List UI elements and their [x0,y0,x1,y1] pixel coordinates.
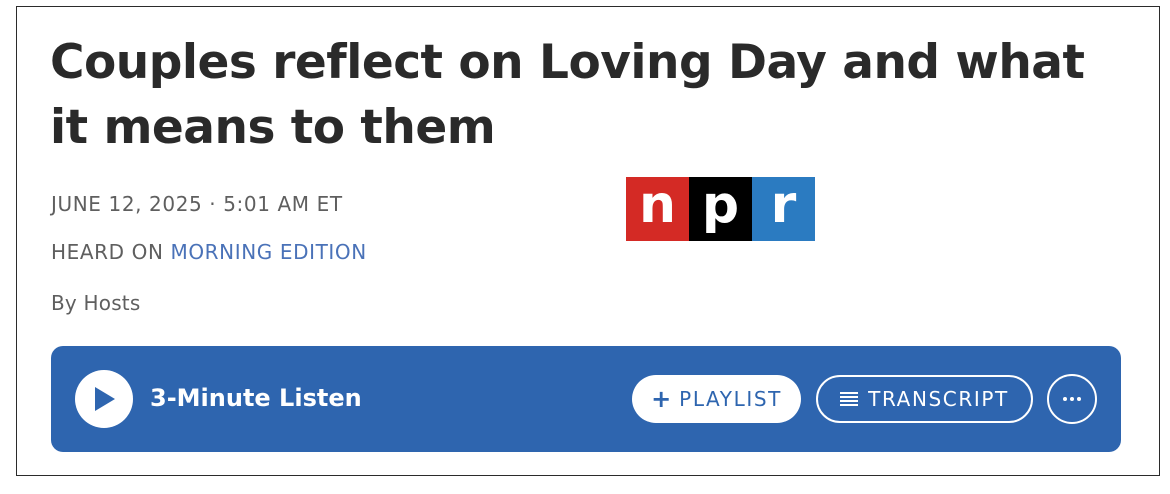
article-headline: Couples reflect on Loving Day and what i… [50,35,1085,155]
audio-player-bar: 3-Minute Listen + PLAYLIST TRANSCRIPT [51,346,1121,452]
heard-on-prefix: HEARD ON [51,240,171,264]
more-options-button[interactable] [1047,374,1097,424]
listen-duration-label: 3-Minute Listen [150,384,362,412]
playlist-label: PLAYLIST [679,387,782,411]
plus-icon: + [651,385,672,413]
npr-logo: n p r [626,177,815,241]
more-dots-icon [1063,397,1081,401]
npr-logo-letter-p: p [689,177,752,241]
show-link-morning-edition[interactable]: MORNING EDITION [170,240,366,264]
play-button[interactable] [75,370,133,428]
play-icon [95,387,115,411]
transcript-label: TRANSCRIPT [868,387,1009,411]
article-byline: By Hosts [51,291,141,315]
npr-logo-letter-r: r [752,177,815,241]
heard-on-line: HEARD ON MORNING EDITION [51,240,367,264]
npr-logo-letter-n: n [626,177,689,241]
transcript-button[interactable]: TRANSCRIPT [816,375,1033,423]
transcript-lines-icon [840,391,859,407]
article-date: JUNE 12, 2025 · 5:01 AM ET [51,192,343,216]
add-to-playlist-button[interactable]: + PLAYLIST [632,375,801,423]
